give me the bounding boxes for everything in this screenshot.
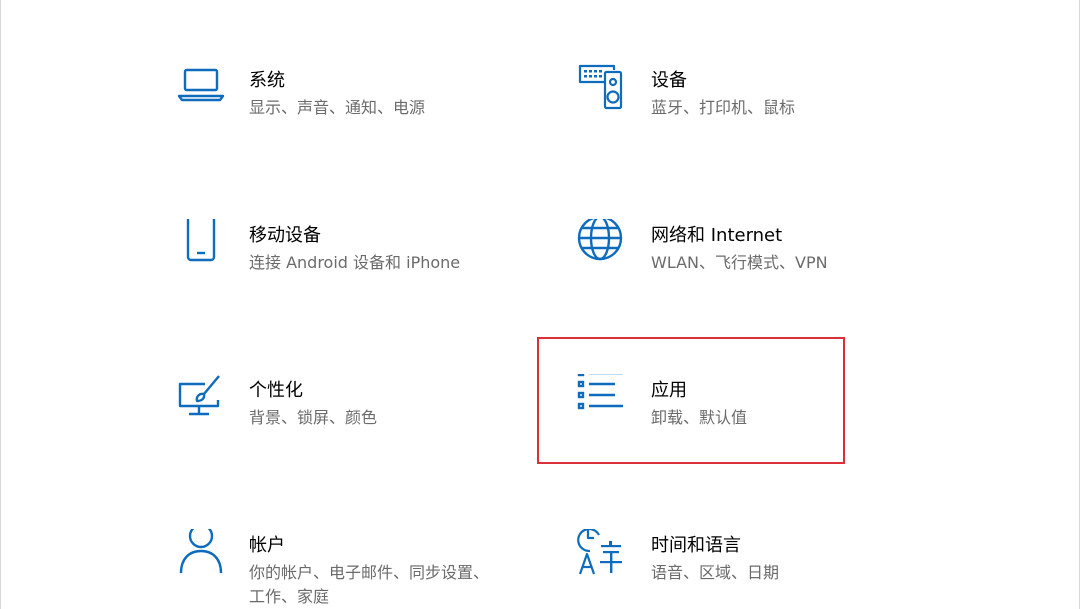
settings-window: 系统 显示、声音、通知、电源 设备 蓝牙、打印机、鼠标 移动设备 连接 Andr…: [0, 0, 1080, 609]
tile-description: 语音、区域、日期: [651, 563, 780, 582]
paint-monitor-icon: [175, 374, 227, 426]
tile-title: 帐户: [249, 535, 285, 556]
tile-title: 网络和 Internet: [651, 225, 783, 246]
tile-description: 连接 Android 设备和 iPhone: [249, 253, 461, 272]
settings-tile-time-language[interactable]: 时间和语言 语音、区域、日期: [577, 529, 907, 609]
tile-description: WLAN、飞行模式、VPN: [651, 253, 828, 272]
time-language-icon: [577, 529, 629, 581]
settings-tile-network[interactable]: 网络和 Internet WLAN、飞行模式、VPN: [577, 219, 907, 309]
laptop-icon: [175, 64, 227, 116]
tile-title: 设备: [651, 70, 687, 91]
settings-tile-accounts[interactable]: 帐户 你的帐户、电子邮件、同步设置、工作、家庭: [175, 529, 505, 609]
tile-title: 个性化: [249, 380, 303, 401]
tile-title: 应用: [651, 380, 687, 401]
tile-description: 背景、锁屏、颜色: [249, 408, 378, 427]
person-icon: [175, 529, 227, 581]
tile-description: 卸载、默认值: [651, 408, 748, 427]
settings-tile-apps[interactable]: 应用 卸载、默认值: [577, 374, 907, 464]
settings-tile-devices[interactable]: 设备 蓝牙、打印机、鼠标: [577, 64, 907, 154]
tile-description: 你的帐户、电子邮件、同步设置、工作、家庭: [249, 563, 490, 606]
settings-tile-system[interactable]: 系统 显示、声音、通知、电源: [175, 64, 505, 154]
tile-description: 显示、声音、通知、电源: [249, 98, 426, 117]
settings-tile-phone[interactable]: 移动设备 连接 Android 设备和 iPhone: [175, 219, 505, 309]
tile-description: 蓝牙、打印机、鼠标: [651, 98, 796, 117]
globe-icon: [577, 219, 629, 271]
tile-title: 系统: [249, 70, 285, 91]
keyboard-speaker-icon: [577, 64, 629, 116]
tile-title: 时间和语言: [651, 535, 741, 556]
tile-title: 移动设备: [249, 225, 321, 246]
settings-tile-personalization[interactable]: 个性化 背景、锁屏、颜色: [175, 374, 505, 464]
apps-list-icon: [577, 374, 629, 426]
phone-icon: [175, 219, 227, 271]
